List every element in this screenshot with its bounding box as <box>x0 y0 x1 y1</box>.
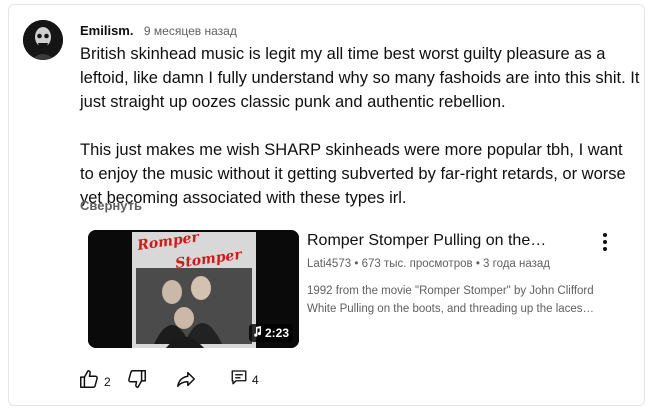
replies-button[interactable]: 4 <box>230 368 259 391</box>
comment-timestamp[interactable]: 9 месяцев назад <box>144 24 237 38</box>
avatar-image <box>23 20 63 60</box>
upload-age: 3 года назад <box>483 258 551 270</box>
video-title[interactable]: Romper Stomper Pulling on the… <box>307 232 577 250</box>
thumbs-down-icon <box>126 368 148 395</box>
video-description: 1992 from the movie "Romper Stomper" by … <box>307 282 607 318</box>
music-note-icon <box>253 326 262 340</box>
description-line: White Pulling on the boots, and threadin… <box>307 303 595 315</box>
author-name[interactable]: Emilism. <box>80 23 133 38</box>
comment-icon <box>230 368 248 391</box>
comment-header: Emilism. 9 месяцев назад <box>80 22 237 40</box>
description-line: 1992 from the movie "Romper Stomper" by … <box>307 285 594 297</box>
comment-text: British skinhead music is legit my all t… <box>80 42 640 210</box>
more-vert-icon[interactable] <box>593 230 617 254</box>
thumbs-up-icon <box>78 368 100 395</box>
share-button[interactable] <box>175 368 197 395</box>
comment-paragraph: This just makes me wish SHARP skinheads … <box>80 141 626 207</box>
collapse-button[interactable]: Свернуть <box>80 198 142 213</box>
duration-badge: 2:23 <box>248 324 293 342</box>
video-thumbnail[interactable]: Romper Stomper 2:23 <box>88 230 299 348</box>
comment-paragraph: British skinhead music is legit my all t… <box>80 45 640 111</box>
reply-count: 4 <box>252 372 259 387</box>
dislike-button[interactable] <box>126 368 148 395</box>
like-count: 2 <box>104 374 111 389</box>
meta-separator: • <box>354 258 359 270</box>
share-icon <box>175 368 197 395</box>
video-card: Romper Stomper 2:23 Romper Stomper Pulli… <box>88 230 618 348</box>
channel-name[interactable]: Lati4573 <box>307 258 351 270</box>
duration-text: 2:23 <box>264 326 289 340</box>
meta-separator: • <box>475 258 480 270</box>
video-meta: Lati4573 • 673 тыс. просмотров • 3 года … <box>307 258 550 270</box>
view-count: 673 тыс. просмотров <box>361 258 473 270</box>
avatar[interactable] <box>23 20 63 60</box>
like-button[interactable]: 2 <box>78 368 111 395</box>
